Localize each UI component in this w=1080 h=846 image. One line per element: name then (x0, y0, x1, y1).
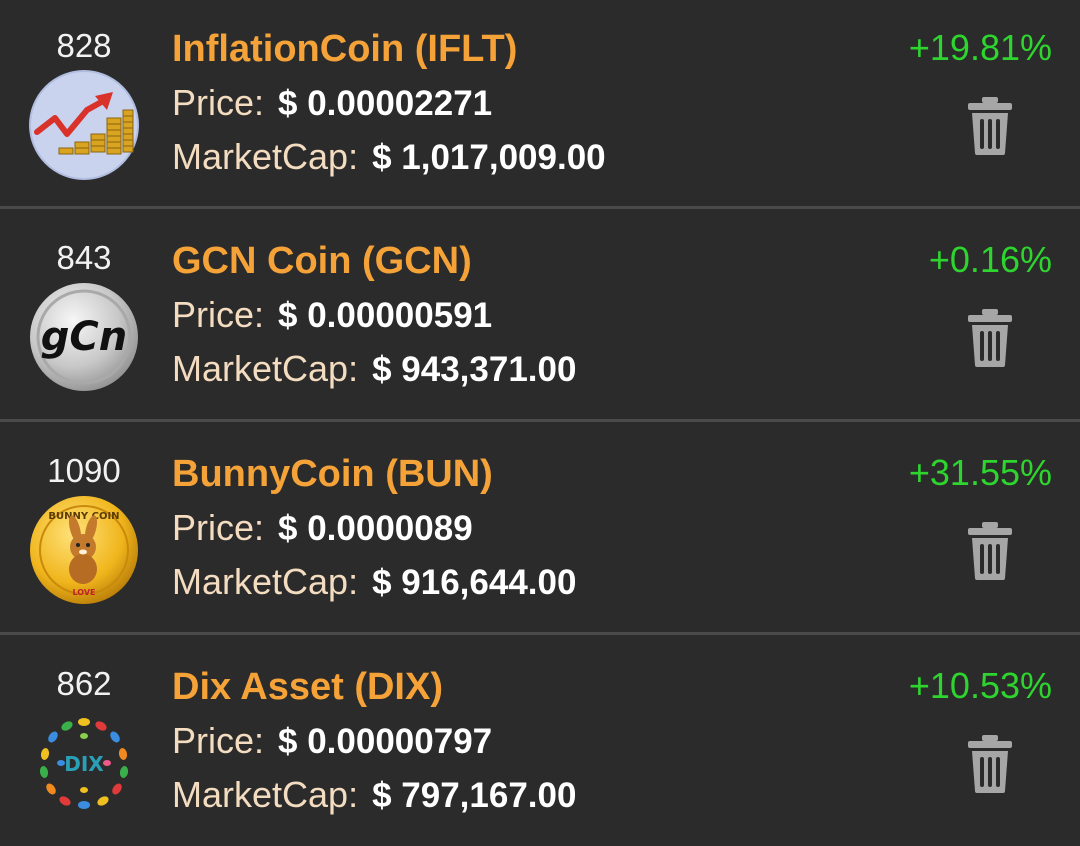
price-value: $ 0.00002271 (278, 84, 493, 123)
price-line: Price: $ 0.00000591 (172, 294, 492, 344)
marketcap-label: MarketCap: (172, 561, 359, 602)
marketcap-line: MarketCap: $ 797,167.00 (172, 774, 576, 824)
marketcap-line: MarketCap: $ 943,371.00 (172, 348, 576, 398)
percent-change: +10.53% (908, 665, 1052, 706)
row-divider (0, 632, 1080, 635)
dix-asset-logo-icon: DIX (29, 708, 139, 818)
trash-icon (968, 309, 1012, 367)
percent-change: +0.16% (928, 239, 1052, 280)
coin-rank: 862 (56, 665, 112, 702)
bunnycoin-logo-icon: BUNNY COIN LOVE (29, 495, 139, 605)
coin-row[interactable]: 862 DIX Dix Asset (DIX) Price: $ 0.00000… (0, 638, 1080, 846)
coin-name: BunnyCoin (BUN) (172, 453, 493, 495)
coin-name: GCN Coin (GCN) (172, 240, 472, 282)
marketcap-label: MarketCap: (172, 774, 359, 815)
marketcap-line: MarketCap: $ 916,644.00 (172, 561, 576, 611)
percent-change: +31.55% (908, 452, 1052, 493)
marketcap-value: $ 916,644.00 (372, 563, 577, 602)
coin-rank: 843 (56, 239, 112, 276)
price-label: Price: (172, 507, 265, 548)
coin-rank: 1090 (47, 452, 121, 489)
coin-row[interactable]: 828 InflationCoin (IFLT) Price: $ 0.00002… (0, 0, 1080, 206)
price-value: $ 0.00000591 (278, 296, 493, 335)
coin-name: InflationCoin (IFLT) (172, 28, 518, 70)
coin-row[interactable]: 1090 BUNNY COIN LOVE BunnyCoin (BUN) Pri… (0, 425, 1080, 631)
delete-button[interactable] (966, 96, 1014, 156)
dix-logo-text: DIX (64, 752, 104, 776)
price-label: Price: (172, 82, 265, 123)
inflationcoin-logo-icon (29, 70, 139, 180)
delete-button[interactable] (966, 521, 1014, 581)
marketcap-value: $ 797,167.00 (372, 776, 577, 815)
delete-button[interactable] (966, 734, 1014, 794)
delete-button[interactable] (966, 308, 1014, 368)
coin-name: Dix Asset (DIX) (172, 666, 443, 708)
price-value: $ 0.00000797 (278, 722, 493, 761)
price-line: Price: $ 0.00000797 (172, 720, 492, 770)
gcn-coin-logo-icon: gCn (29, 282, 139, 392)
price-label: Price: (172, 294, 265, 335)
marketcap-line: MarketCap: $ 1,017,009.00 (172, 136, 606, 186)
row-divider (0, 419, 1080, 422)
price-label: Price: (172, 720, 265, 761)
marketcap-value: $ 943,371.00 (372, 350, 577, 389)
trash-icon (968, 735, 1012, 793)
marketcap-label: MarketCap: (172, 348, 359, 389)
coin-rank: 828 (56, 27, 112, 64)
bunny-logo-text: LOVE (72, 588, 95, 597)
marketcap-label: MarketCap: (172, 136, 359, 177)
row-divider (0, 206, 1080, 209)
coin-list: 828 InflationCoin (IFLT) Price: $ 0.00002… (0, 0, 1080, 846)
percent-change: +19.81% (908, 27, 1052, 68)
trash-icon (968, 522, 1012, 580)
marketcap-value: $ 1,017,009.00 (372, 138, 606, 177)
price-line: Price: $ 0.00002271 (172, 82, 492, 132)
trash-icon (968, 97, 1012, 155)
price-line: Price: $ 0.0000089 (172, 507, 473, 557)
bunny-logo-text: BUNNY COIN (48, 511, 119, 522)
price-value: $ 0.0000089 (278, 509, 473, 548)
coin-row[interactable]: 843 gCn GCN Coin (GCN) Price: $ 0.0000059… (0, 212, 1080, 418)
gcn-logo-text: gCn (41, 314, 127, 360)
